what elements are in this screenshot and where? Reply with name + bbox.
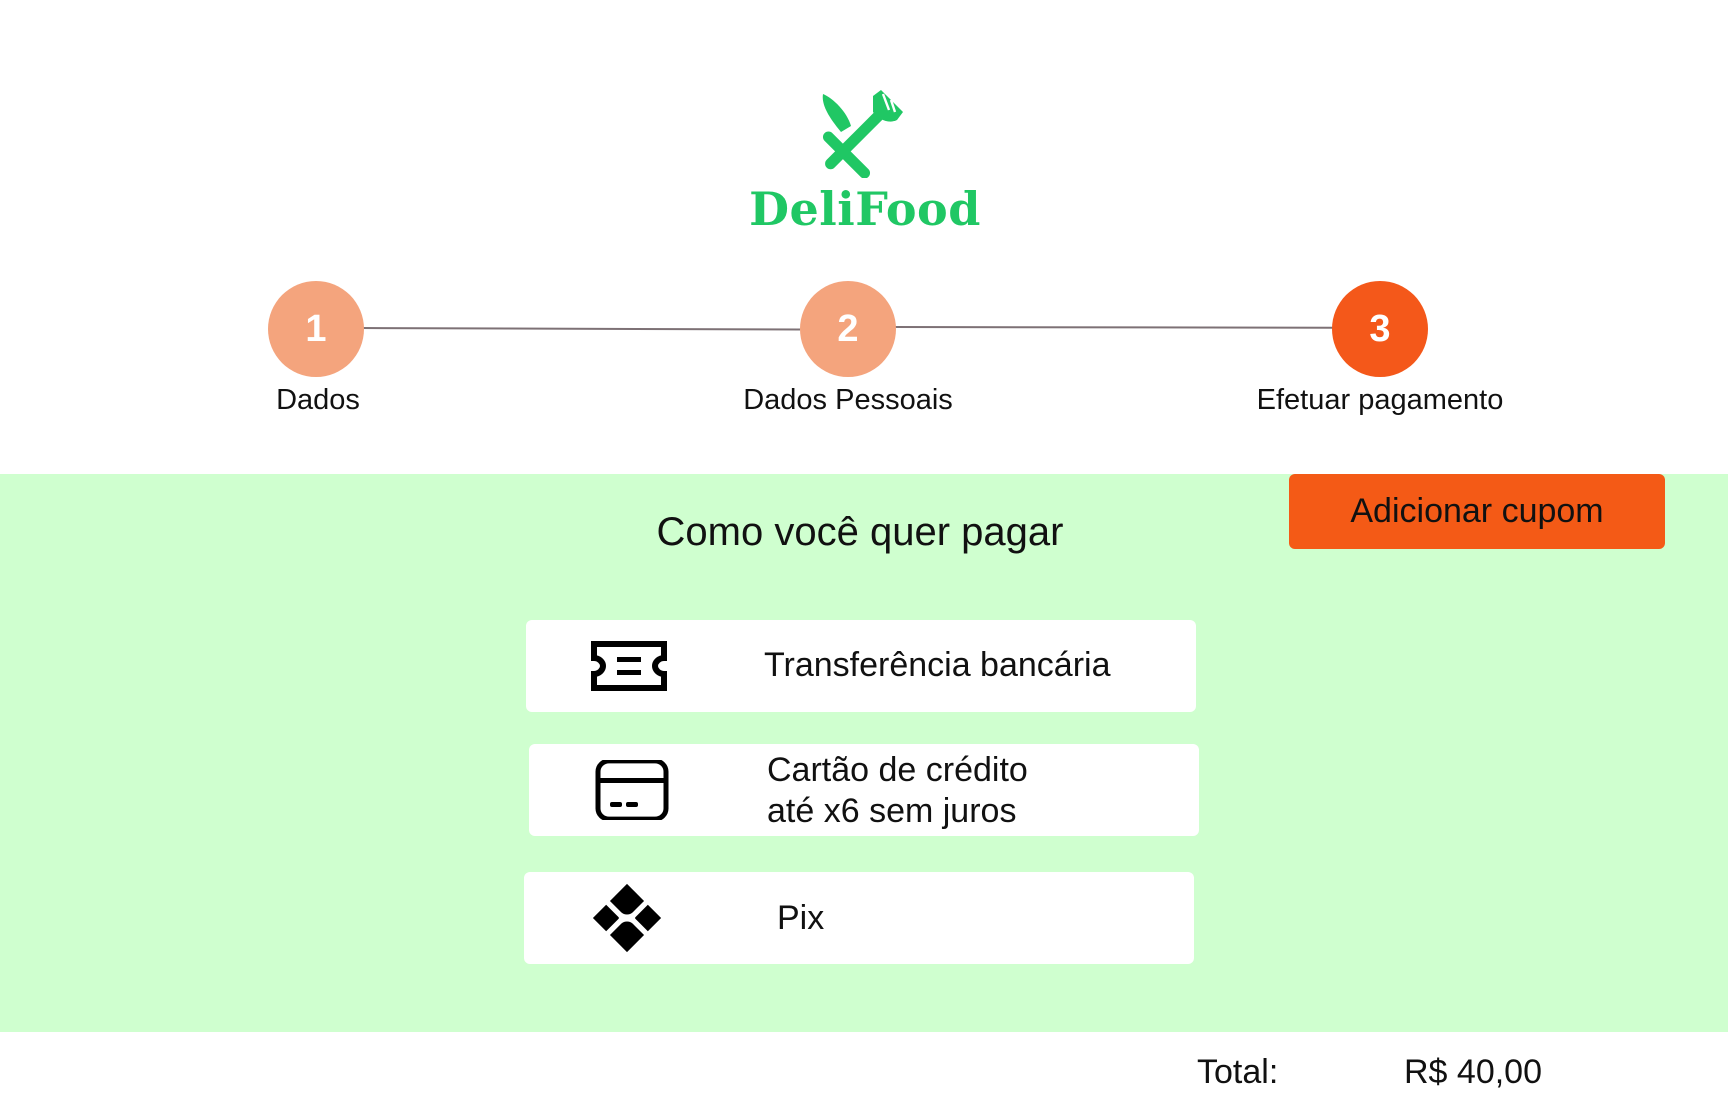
step-2-circle[interactable]: 2 [800, 281, 896, 377]
step-connector [893, 326, 1335, 329]
brand-logo: DeliFood [740, 90, 990, 240]
step-2-label: Dados Pessoais [743, 384, 953, 416]
payment-option-credit-card[interactable]: Cartão de crédito até x6 sem juros [529, 744, 1199, 836]
fork-knife-icon [822, 90, 903, 178]
credit-card-label: Cartão de crédito até x6 sem juros [767, 750, 1028, 832]
step-3-circle[interactable]: 3 [1332, 281, 1428, 377]
step-1-label: Dados [276, 384, 360, 416]
pix-icon [592, 883, 662, 953]
pix-label: Pix [777, 899, 825, 937]
bank-transfer-label: Transferência bancária [764, 646, 1111, 684]
total-value: R$ 40,00 [1404, 1053, 1542, 1091]
step-1-circle[interactable]: 1 [268, 281, 364, 377]
payment-title: Como você quer pagar [656, 510, 1064, 554]
total-label: Total: [1197, 1053, 1279, 1091]
step-connector [359, 327, 801, 331]
credit-card-label-line-2: até x6 sem juros [767, 792, 1017, 830]
brand-name: DeliFood [749, 182, 981, 236]
payment-option-bank-transfer[interactable]: Transferência bancária [526, 620, 1196, 712]
add-coupon-button[interactable]: Adicionar cupom [1289, 474, 1665, 549]
credit-card-icon [595, 760, 669, 820]
credit-card-label-line-1: Cartão de crédito [767, 751, 1028, 789]
step-3-label: Efetuar pagamento [1256, 384, 1504, 416]
payment-option-pix[interactable]: Pix [524, 872, 1194, 964]
ticket-icon [591, 641, 667, 691]
